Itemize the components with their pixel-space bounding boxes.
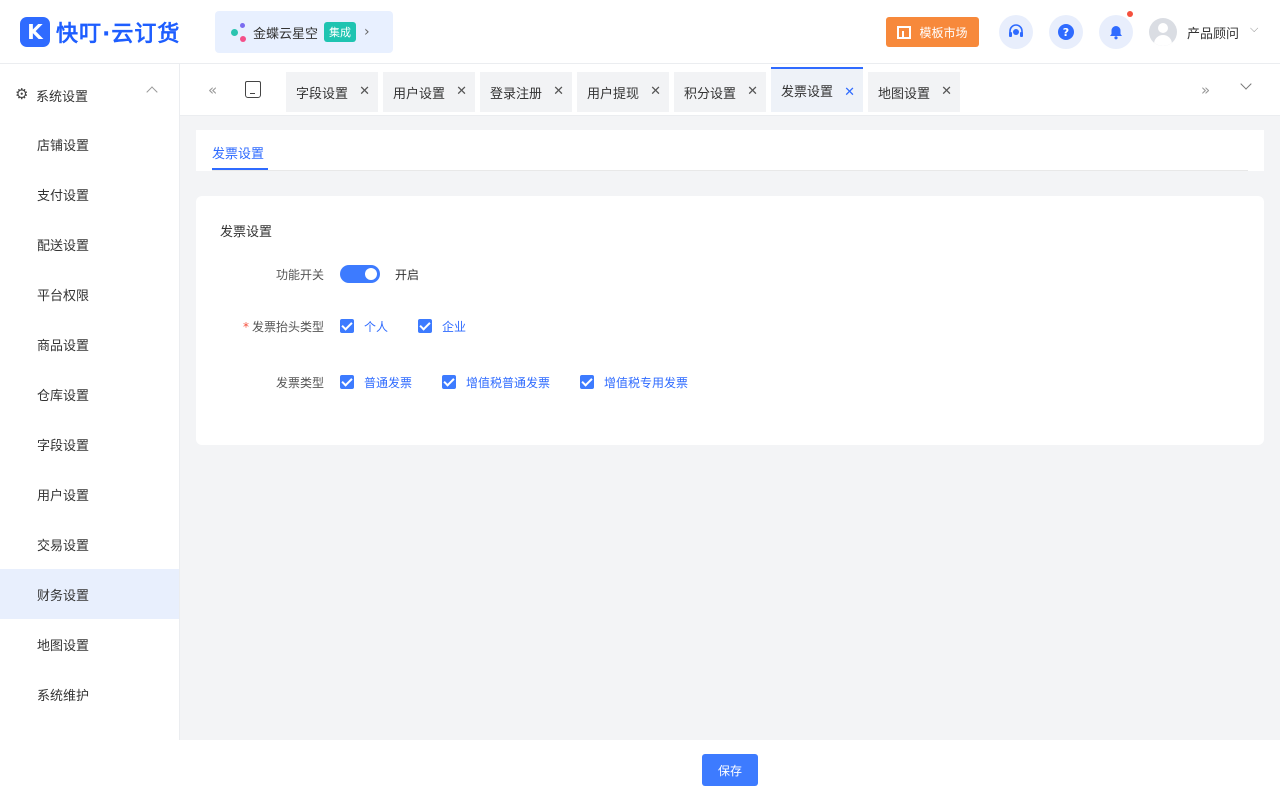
close-icon[interactable]: ✕ <box>456 84 467 99</box>
home-icon[interactable] <box>245 81 261 98</box>
checkbox-vat-normal-invoice-label[interactable]: 增值税普通发票 <box>466 374 550 391</box>
feature-toggle[interactable] <box>340 265 380 283</box>
notification-dot <box>1127 11 1133 17</box>
sidebar-item-products[interactable]: 商品设置 <box>0 319 179 369</box>
sidebar: 系统设置 店铺设置 支付设置 配送设置 平台权限 商品设置 仓库设置 字段设置 … <box>0 64 180 740</box>
close-icon[interactable]: ✕ <box>650 84 661 99</box>
close-icon[interactable]: ✕ <box>941 84 952 99</box>
integration-switcher[interactable]: 金蝶云星空 集成 › <box>215 11 393 53</box>
checkbox-vat-normal-invoice[interactable] <box>442 375 456 389</box>
tab-points[interactable]: 积分设置 ✕ <box>674 72 766 112</box>
checkbox-normal-invoice-label[interactable]: 普通发票 <box>364 374 412 391</box>
section-title: 发票设置 <box>220 225 273 240</box>
double-chevron-left-icon[interactable]: « <box>208 81 217 99</box>
logo-text: 快叮·云订货 <box>56 22 181 47</box>
close-icon[interactable]: ✕ <box>747 84 758 99</box>
logo-mark: K <box>20 17 50 47</box>
sidebar-group-system-settings[interactable]: 系统设置 <box>0 80 179 110</box>
sidebar-item-map[interactable]: 地图设置 <box>0 619 179 669</box>
tabs-bar: « 字段设置 ✕ 用户设置 ✕ 登录注册 ✕ 用户提现 ✕ 积分设置 ✕ 发票设… <box>180 64 1280 116</box>
help-button[interactable]: ? <box>1049 15 1083 49</box>
tab-fields[interactable]: 字段设置 ✕ <box>286 72 378 112</box>
checkbox-enterprise-label[interactable]: 企业 <box>442 318 466 335</box>
avatar[interactable] <box>1149 18 1177 46</box>
tab-label: 用户设置 <box>393 86 446 102</box>
integration-badge: 集成 <box>324 22 357 42</box>
required-mark: * <box>242 320 249 334</box>
checkbox-vat-special-invoice-label[interactable]: 增值税专用发票 <box>604 374 688 391</box>
tab-label: 字段设置 <box>296 86 349 102</box>
sidebar-item-finance[interactable]: 财务设置 <box>0 569 179 619</box>
integration-name: 金蝶云星空 <box>253 26 319 42</box>
close-icon[interactable]: ✕ <box>359 84 370 99</box>
footer-bar: 保存 <box>0 740 1280 800</box>
tab-label: 积分设置 <box>684 86 737 102</box>
divider <box>212 170 1248 171</box>
sidebar-group-label: 系统设置 <box>36 89 89 105</box>
sidebar-item-permissions[interactable]: 平台权限 <box>0 269 179 319</box>
chevron-down-icon[interactable]: ⌵ <box>1250 22 1258 36</box>
user-name[interactable]: 产品顾问 <box>1187 23 1239 42</box>
switch-label: 功能开关 <box>275 268 324 282</box>
tab-label: 发票设置 <box>781 85 834 100</box>
gear-icon <box>15 87 30 102</box>
close-icon[interactable]: ✕ <box>553 84 564 99</box>
tab-login-register[interactable]: 登录注册 ✕ <box>480 72 572 112</box>
sidebar-item-delivery[interactable]: 配送设置 <box>0 219 179 269</box>
sidebar-item-users[interactable]: 用户设置 <box>0 469 179 519</box>
checkbox-vat-special-invoice[interactable] <box>580 375 594 389</box>
switch-state-text: 开启 <box>395 268 420 282</box>
headset-icon <box>1009 24 1023 37</box>
tab-label: 地图设置 <box>878 86 931 102</box>
tab-label: 用户提现 <box>587 86 640 102</box>
sidebar-item-trade[interactable]: 交易设置 <box>0 519 179 569</box>
close-icon[interactable]: ✕ <box>844 85 855 100</box>
invoice-type-label: 发票类型 <box>275 376 324 390</box>
sub-tab-invoice[interactable]: 发票设置 <box>212 143 264 162</box>
chevron-up-icon <box>146 86 158 98</box>
tab-users[interactable]: 用户设置 ✕ <box>383 72 475 112</box>
notifications-button[interactable] <box>1099 11 1133 49</box>
chevron-down-icon[interactable] <box>1240 78 1252 90</box>
sub-tab-bar: 发票设置 <box>196 130 1264 171</box>
tab-label: 登录注册 <box>490 86 543 102</box>
template-icon <box>897 25 912 39</box>
checkbox-enterprise[interactable] <box>418 319 432 333</box>
template-market-label: 模板市场 <box>919 25 968 40</box>
double-chevron-right-icon[interactable]: » <box>1201 81 1210 99</box>
checkbox-normal-invoice[interactable] <box>340 375 354 389</box>
chevron-right-icon: › <box>364 24 370 40</box>
save-button[interactable]: 保存 <box>702 754 758 786</box>
bell-icon <box>1110 26 1122 40</box>
sidebar-item-store[interactable]: 店铺设置 <box>0 119 179 169</box>
tab-invoice[interactable]: 发票设置 ✕ <box>771 67 863 112</box>
checkbox-personal-label[interactable]: 个人 <box>364 318 388 335</box>
tab-withdrawal[interactable]: 用户提现 ✕ <box>577 72 669 112</box>
sidebar-item-warehouse[interactable]: 仓库设置 <box>0 369 179 419</box>
customer-service-button[interactable] <box>999 15 1033 49</box>
header-type-label-text: 发票抬头类型 <box>251 320 324 334</box>
tab-map[interactable]: 地图设置 ✕ <box>868 72 960 112</box>
app-logo[interactable]: K 快叮·云订货 <box>20 17 180 47</box>
top-header: K 快叮·云订货 金蝶云星空 集成 › 模板市场 ? 产品顾问 ⌵ <box>0 0 1280 64</box>
template-market-button[interactable]: 模板市场 <box>886 17 979 47</box>
sidebar-item-payment[interactable]: 支付设置 <box>0 169 179 219</box>
help-icon: ? <box>1058 24 1074 40</box>
invoice-settings-card: 发票设置 功能开关 开启 * 发票抬头类型 个人 企业 发票类型 普通发票 增值税… <box>196 196 1264 445</box>
sidebar-item-fields[interactable]: 字段设置 <box>0 419 179 469</box>
checkbox-personal[interactable] <box>340 319 354 333</box>
kingdee-icon <box>229 21 251 43</box>
header-type-label: * 发票抬头类型 <box>196 318 324 335</box>
sidebar-item-maintenance[interactable]: 系统维护 <box>0 669 179 719</box>
